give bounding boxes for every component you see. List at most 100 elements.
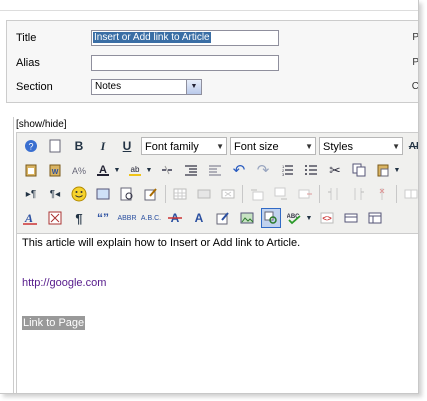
editor-toolbar: ? B I U Font family ▼ Font size ▼ Styles ▼ … — [16, 132, 418, 234]
chevron-down-icon[interactable]: ▼ — [113, 160, 121, 180]
clean-up-icon[interactable]: A% — [69, 160, 89, 180]
toolbar-row-4: A ¶ “” ABBR A.B.C. A A ABC ▼ <> — [21, 207, 389, 229]
chevron-down-icon[interactable]: ▼ — [393, 160, 401, 180]
toolbar-separator — [165, 185, 166, 203]
font-size-select[interactable]: Font size ▼ — [230, 137, 316, 155]
cut-icon[interactable]: ✂ — [325, 160, 345, 180]
title-label: Title — [16, 32, 37, 44]
strike-del-icon[interactable]: A — [165, 208, 185, 228]
bold-icon[interactable]: B — [69, 136, 89, 156]
chevron-down-icon: ▼ — [216, 142, 224, 151]
undo-icon[interactable]: ↶ — [229, 160, 249, 180]
ltr-icon[interactable]: ▸¶ — [21, 184, 41, 204]
italic-icon[interactable]: I — [93, 136, 113, 156]
image-icon[interactable] — [237, 208, 257, 228]
split-cells-icon[interactable] — [401, 184, 418, 204]
paste-text-icon[interactable] — [21, 160, 41, 180]
section-label: Section — [16, 81, 53, 93]
content-link[interactable]: http://google.com — [22, 277, 106, 289]
font-family-select[interactable]: Font family ▼ — [141, 137, 227, 155]
abbreviation-icon[interactable]: ABBR — [117, 208, 137, 228]
show-hide-toggle[interactable]: [show/hide] — [16, 119, 67, 130]
toolbar-separator — [319, 185, 320, 203]
strikethrough-icon[interactable]: AB — [406, 136, 418, 156]
title-value: Insert or Add link to Article — [93, 32, 211, 43]
highlight-color-icon[interactable]: ab — [125, 160, 145, 180]
paste-icon[interactable] — [373, 160, 393, 180]
svg-text:?: ? — [28, 142, 33, 152]
article-edit-window: Title Insert or Add link to Article P Al… — [0, 0, 419, 394]
toolbar-separator — [242, 185, 243, 203]
chevron-down-icon: ▼ — [186, 80, 201, 94]
insert-col-before-icon[interactable] — [324, 184, 344, 204]
toolbar-row-3: ▸¶ ¶◂ — [21, 183, 418, 205]
indent-icon[interactable] — [181, 160, 201, 180]
side-letter-3: C — [411, 81, 419, 92]
outdent-icon[interactable] — [205, 160, 225, 180]
section-select[interactable]: Notes ▼ — [91, 79, 202, 95]
insert-row-before-icon[interactable] — [247, 184, 267, 204]
preview-icon[interactable] — [117, 184, 137, 204]
svg-text:A%: A% — [72, 166, 86, 176]
remove-format-icon[interactable]: A — [21, 208, 41, 228]
unlink-icon[interactable] — [157, 160, 177, 180]
page-break-icon[interactable] — [45, 208, 65, 228]
chevron-down-icon: ▼ — [392, 142, 400, 151]
content-paragraph: This article will explain how to Insert … — [22, 237, 301, 249]
styles-label: Styles — [323, 141, 353, 153]
help-icon[interactable]: ? — [21, 136, 41, 156]
alias-label: Alias — [16, 57, 40, 69]
font-family-label: Font family — [145, 141, 199, 153]
spellcheck-icon[interactable]: ABC — [285, 208, 305, 228]
insert-ins-icon[interactable]: A — [189, 208, 209, 228]
insert-link-icon[interactable] — [261, 208, 281, 228]
table-cell-props-icon[interactable] — [218, 184, 238, 204]
svg-text:W: W — [52, 169, 59, 176]
title-input[interactable]: Insert or Add link to Article — [91, 30, 279, 46]
emoticon-icon[interactable] — [69, 184, 89, 204]
blockquote-icon[interactable]: “” — [93, 208, 113, 228]
styles-select[interactable]: Styles ▼ — [319, 137, 403, 155]
bullet-list-icon[interactable] — [301, 160, 321, 180]
chevron-down-icon[interactable]: ▼ — [305, 208, 313, 228]
chevron-down-icon: ▼ — [305, 142, 313, 151]
alias-input[interactable] — [91, 55, 279, 71]
side-letter-2: P — [412, 57, 419, 68]
content-highlighted[interactable]: Link to Page — [22, 316, 86, 330]
template-icon[interactable] — [365, 208, 385, 228]
delete-col-icon[interactable] — [372, 184, 392, 204]
svg-text:<>: <> — [322, 214, 332, 223]
attributes-icon[interactable] — [213, 208, 233, 228]
new-document-icon[interactable] — [45, 136, 65, 156]
side-letter-1: P — [412, 32, 419, 43]
visual-aid-icon[interactable] — [341, 208, 361, 228]
chevron-down-icon[interactable]: ▼ — [145, 160, 153, 180]
copy-icon[interactable] — [349, 160, 369, 180]
redo-icon[interactable]: ↷ — [253, 160, 273, 180]
toolbar-row-2: W A% A ▼ ab ▼ ↶ ↷ 123 ✂ ▼ — [21, 159, 405, 181]
table-row-props-icon[interactable] — [194, 184, 214, 204]
font-size-label: Font size — [234, 141, 279, 153]
numbered-list-icon[interactable]: 123 — [277, 160, 297, 180]
content-highlighted-wrapper: Link to Page — [22, 316, 86, 330]
delete-row-icon[interactable] — [295, 184, 315, 204]
top-band — [0, 0, 418, 11]
svg-text:ab: ab — [131, 165, 140, 174]
section-value: Notes — [95, 81, 122, 92]
edit-css-icon[interactable] — [141, 184, 161, 204]
media-icon[interactable] — [93, 184, 113, 204]
svg-text:A: A — [24, 211, 33, 225]
rtl-icon[interactable]: ¶◂ — [45, 184, 65, 204]
insert-row-after-icon[interactable] — [271, 184, 291, 204]
html-source-icon[interactable]: <> — [317, 208, 337, 228]
paragraph-icon[interactable]: ¶ — [69, 208, 89, 228]
svg-text:A: A — [195, 211, 204, 225]
insert-table-icon[interactable] — [170, 184, 190, 204]
paste-word-icon[interactable]: W — [45, 160, 65, 180]
insert-col-after-icon[interactable] — [348, 184, 368, 204]
font-color-icon[interactable]: A — [93, 160, 113, 180]
underline-icon[interactable]: U — [117, 136, 137, 156]
editor-content[interactable]: This article will explain how to Insert … — [16, 233, 418, 393]
editor: [show/hide] ? B I U Font family ▼ Font si… — [13, 117, 418, 393]
acronym-icon[interactable]: A.B.C. — [141, 208, 161, 228]
